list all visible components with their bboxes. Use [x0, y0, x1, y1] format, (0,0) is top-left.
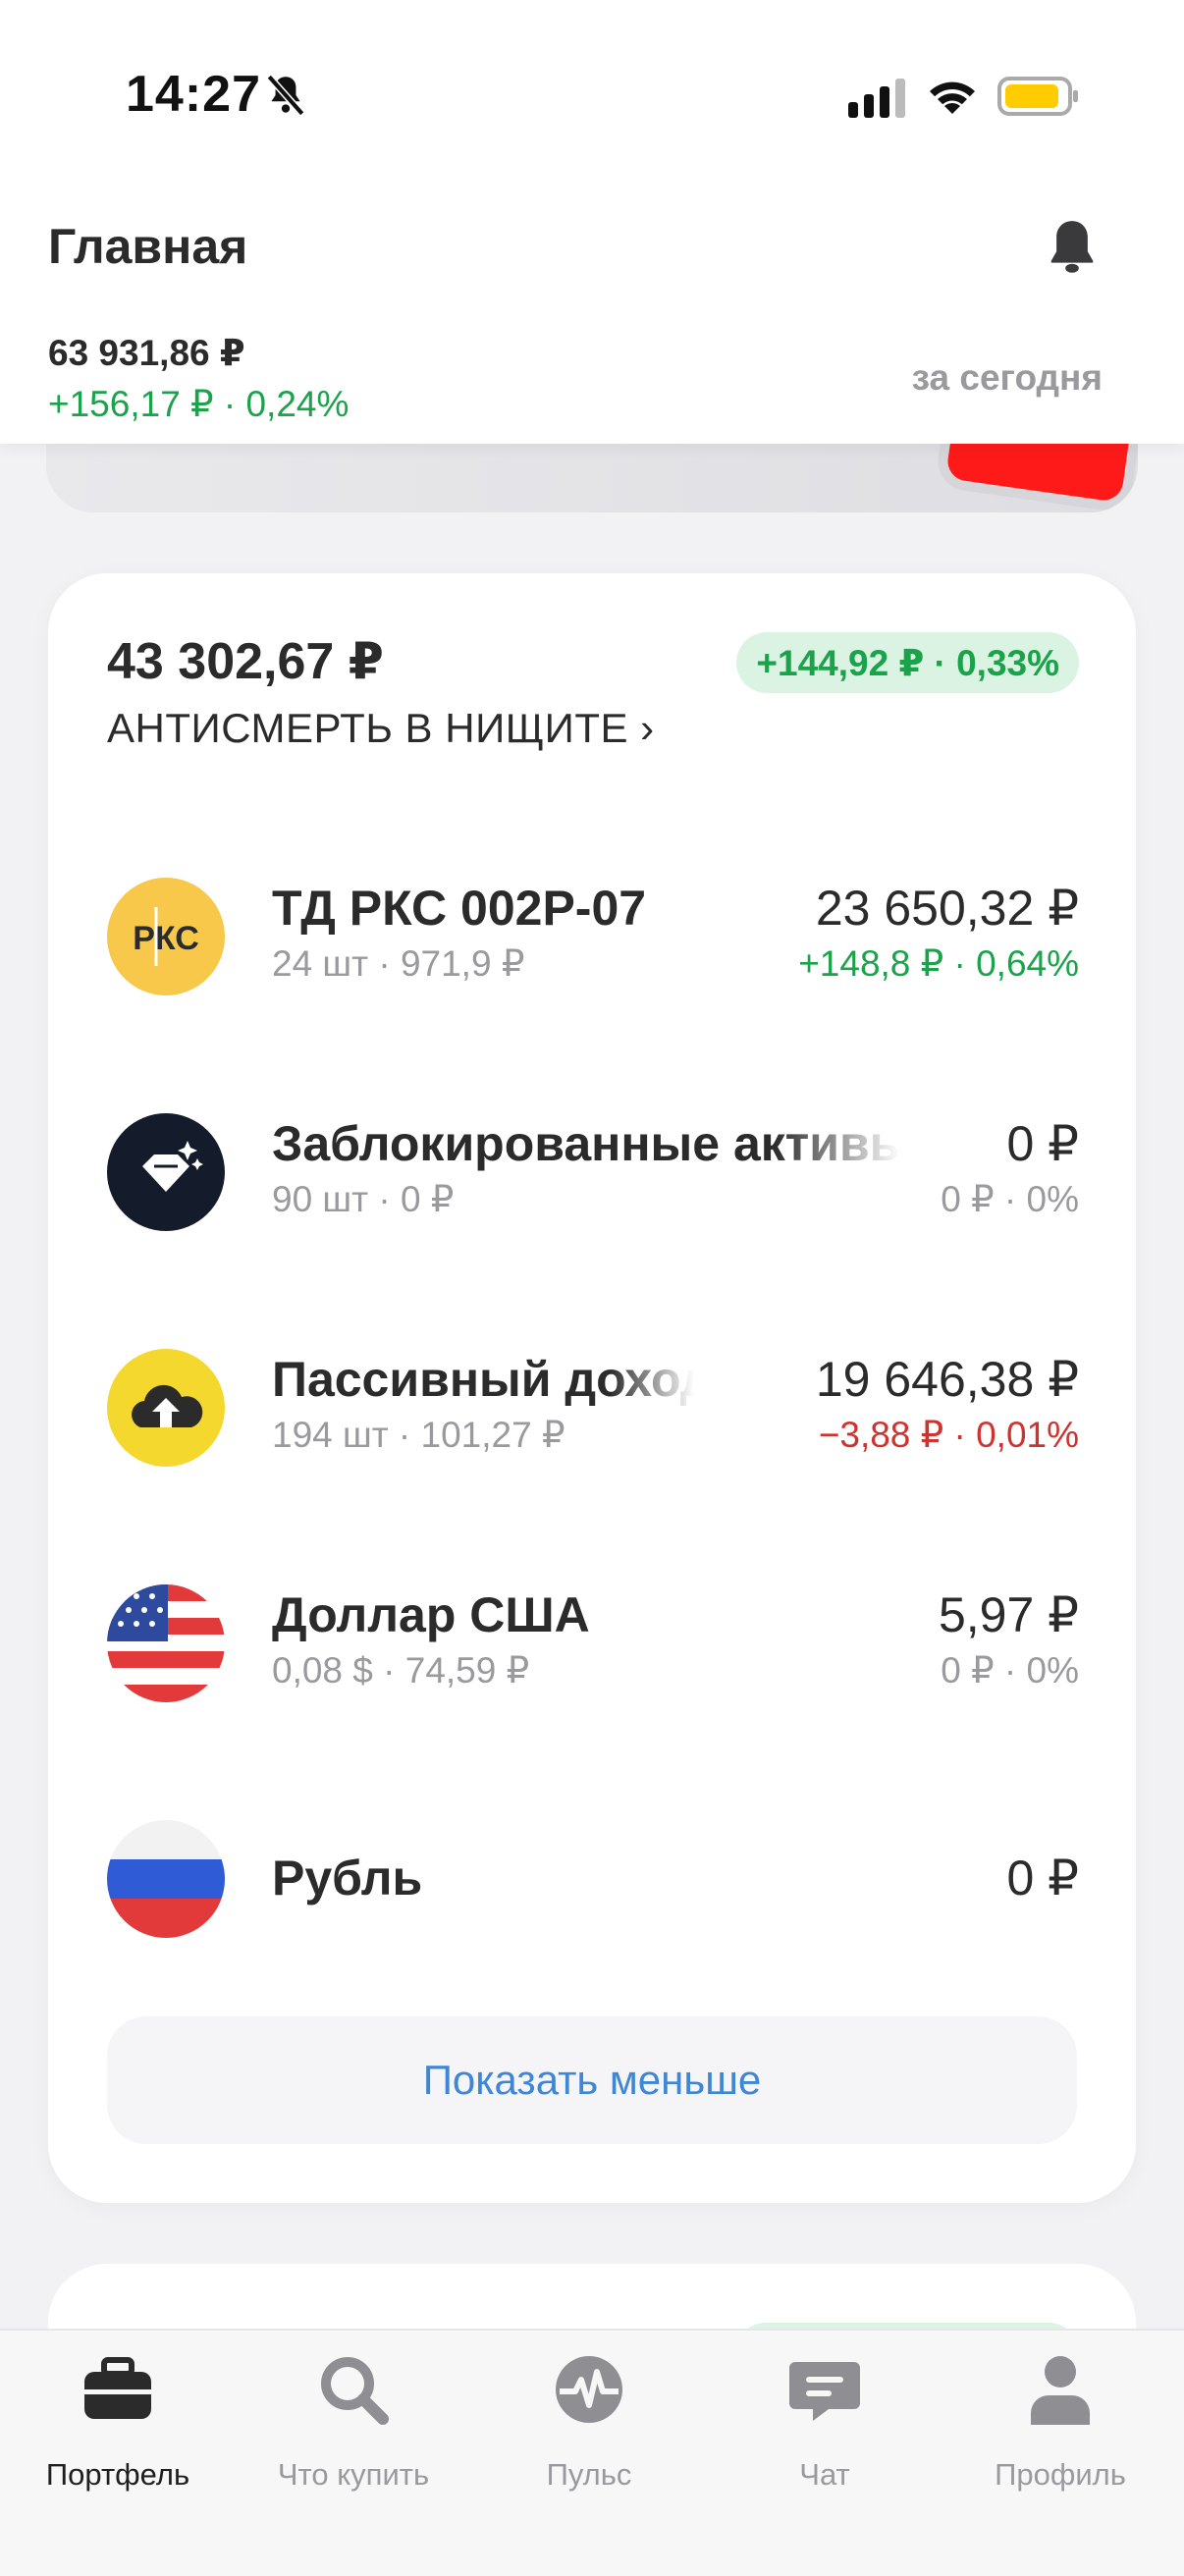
passive-income-logo	[107, 1349, 225, 1467]
asset-change: −3,88 ₽ · 0,01%	[818, 1415, 1079, 1455]
asset-name: Пассивный доход	[272, 1352, 694, 1407]
header: 14:27 Главная 63 931,86 ₽ +156,17 ₽ · 0,…	[0, 0, 1184, 444]
tab-portfolio[interactable]: Портфель	[0, 2350, 236, 2493]
rks-logo: РКС	[107, 878, 225, 995]
status-time: 14:27	[126, 66, 261, 123]
wifi-icon	[930, 81, 975, 114]
asset-name: ТД РКС 002Р-07	[272, 881, 647, 936]
portfolio-card: 43 302,67 ₽ +144,92 ₽ · 0,33% АНТИСМЕРТЬ…	[48, 573, 1136, 2203]
russia-flag-icon	[107, 1820, 225, 1938]
search-icon	[321, 2357, 389, 2425]
total-balance: 63 931,86 ₽	[48, 333, 245, 373]
tab-what-to-buy[interactable]: Что купить	[236, 2350, 471, 2493]
diamond-sparkle-icon	[142, 1141, 203, 1192]
asset-change: +148,8 ₽ · 0,64%	[798, 943, 1079, 984]
portfolio-change-badge: +144,92 ₽ · 0,33%	[736, 632, 1079, 693]
asset-value: 0 ₽	[1006, 1851, 1079, 1905]
page-title: Главная	[48, 219, 248, 274]
asset-value: 23 650,32 ₽	[815, 881, 1079, 936]
tab-label: Профиль	[995, 2457, 1126, 2492]
show-less-button[interactable]: Показать меньше	[107, 2016, 1077, 2144]
asset-quantity: 0,08 $ · 74,59 ₽	[272, 1650, 530, 1690]
asset-quantity: 90 шт · 0 ₽	[272, 1179, 455, 1219]
tab-chat[interactable]: Чат	[707, 2350, 942, 2493]
tab-profile[interactable]: Профиль	[942, 2350, 1178, 2493]
us-flag-icon	[107, 1584, 225, 1702]
asset-row-usd[interactable]: Доллар США 0,08 $ · 74,59 ₽ 5,97 ₽ 0 ₽ ·…	[48, 1575, 1136, 1712]
portfolio-name-link[interactable]: АНТИСМЕРТЬ В НИЩИТЕ ›	[107, 705, 655, 752]
profile-icon	[1031, 2356, 1090, 2425]
tab-label: Что купить	[277, 2457, 430, 2492]
asset-quantity: 194 шт · 101,27 ₽	[272, 1415, 565, 1455]
asset-quantity: 24 шт · 971,9 ₽	[272, 943, 525, 984]
asset-change: 0 ₽ · 0%	[941, 1650, 1079, 1690]
asset-name: Заблокированные активы	[272, 1116, 900, 1171]
asset-row-blocked[interactable]: Заблокированные активы 90 шт · 0 ₽ 0 ₽ 0…	[48, 1103, 1136, 1241]
pulse-icon	[556, 2356, 622, 2423]
asset-change: 0 ₽ · 0%	[941, 1179, 1079, 1219]
notifications-bell-icon[interactable]	[1039, 214, 1105, 281]
battery-icon	[997, 77, 1078, 116]
bell-muted-icon	[266, 74, 305, 117]
asset-name: Рубль	[272, 1851, 423, 1905]
tab-pulse[interactable]: Пульс	[471, 2350, 707, 2493]
asset-name: Доллар США	[272, 1587, 590, 1642]
period-selector[interactable]: за сегодня	[912, 357, 1103, 399]
asset-row-passive-income[interactable]: Пассивный доход 194 шт · 101,27 ₽ 19 646…	[48, 1339, 1136, 1476]
asset-value: 0 ₽	[1006, 1116, 1079, 1171]
svg-text:РКС: РКС	[133, 920, 199, 957]
asset-row-rub[interactable]: Рубль 0 ₽	[48, 1810, 1136, 1948]
cloud-upload-icon	[132, 1384, 203, 1427]
asset-value: 5,97 ₽	[938, 1587, 1079, 1642]
cellular-signal-icon	[848, 79, 905, 118]
asset-row-rks[interactable]: РКС ТД РКС 002Р-07 24 шт · 971,9 ₽ 23 65…	[48, 868, 1136, 1005]
tab-label: Чат	[799, 2457, 850, 2492]
chat-icon	[789, 2362, 860, 2421]
blocked-assets-logo	[107, 1113, 225, 1231]
rks-logo-icon: РКС	[133, 907, 199, 966]
tab-label: Портфель	[45, 2457, 190, 2492]
tab-label: Пульс	[546, 2457, 632, 2492]
portfolio-value: 43 302,67 ₽	[107, 633, 384, 690]
briefcase-icon	[84, 2357, 151, 2419]
asset-value: 19 646,38 ₽	[815, 1352, 1079, 1407]
tab-bar: Портфель Что купить Пульс Чат Профиль	[0, 2329, 1184, 2576]
total-change: +156,17 ₽ · 0,24%	[48, 384, 350, 424]
